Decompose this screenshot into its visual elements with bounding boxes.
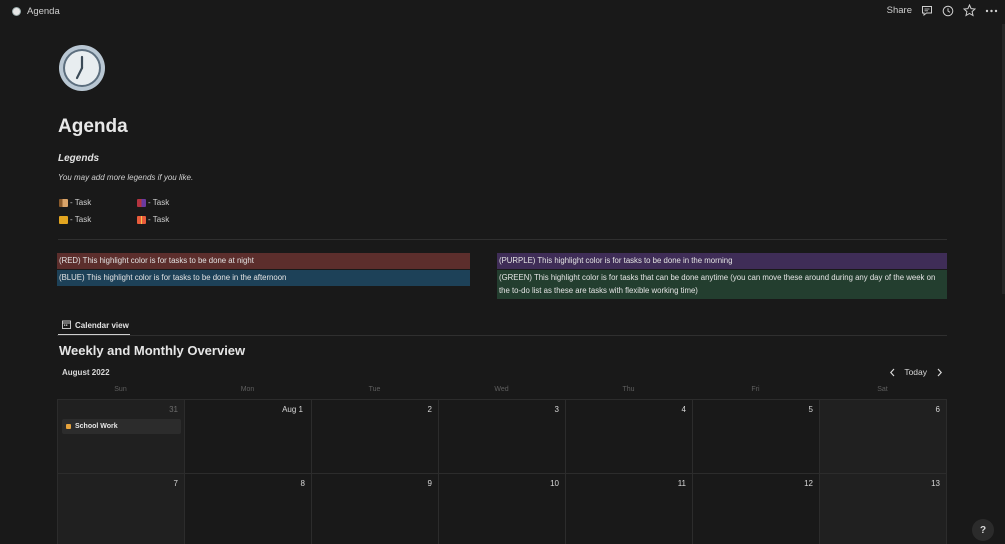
day-number[interactable]: 5 (773, 405, 813, 414)
day-number[interactable]: 31 (138, 405, 178, 414)
day-number[interactable]: 7 (138, 479, 178, 488)
weekday-tue: Tue (368, 386, 381, 393)
comment-icon[interactable] (921, 5, 933, 17)
breadcrumb-label: Agenda (27, 6, 60, 17)
legend-item: - Task (59, 198, 91, 207)
month-label: August 2022 (62, 368, 110, 377)
event-title: School Work (75, 423, 118, 430)
legend-item: - Task (137, 198, 169, 207)
grid-line (565, 399, 566, 544)
tab-calendar-view[interactable]: Calendar view (58, 317, 130, 335)
clock-icon[interactable] (58, 44, 106, 92)
grid-line (57, 399, 947, 400)
legend-item: - Task (59, 215, 91, 224)
notebook-icon (66, 424, 71, 429)
weekday-fri: Fri (751, 386, 760, 393)
day-number[interactable]: 4 (646, 405, 686, 414)
grid-line (819, 399, 820, 544)
legends-heading: Legends (58, 153, 100, 164)
weekday-sun: Sun (114, 386, 127, 393)
more-icon[interactable] (985, 5, 998, 17)
day-number[interactable]: Aug 1 (263, 405, 303, 414)
notebook-emoji-icon (59, 215, 68, 224)
calendar-event[interactable]: School Work (62, 419, 181, 434)
day-number[interactable]: 13 (900, 479, 940, 488)
chevron-right-icon[interactable] (933, 366, 945, 378)
day-number[interactable]: 11 (646, 479, 686, 488)
highlight-purple: (PURPLE) This highlight color is for tas… (497, 253, 947, 269)
share-button[interactable]: Share (887, 5, 912, 16)
day-number[interactable]: 3 (519, 405, 559, 414)
breadcrumb[interactable]: Agenda (12, 6, 60, 17)
bags-emoji-icon (137, 198, 146, 207)
grid-line (692, 399, 693, 544)
grid-line (184, 399, 185, 544)
weekday-wed: Wed (494, 386, 509, 393)
legends-subtitle: You may add more legends if you like. (58, 173, 194, 182)
grid-line (438, 399, 439, 544)
highlight-blue: (BLUE) This highlight color is for tasks… (57, 270, 470, 286)
weekday-mon: Mon (240, 386, 255, 393)
weekday-sat: Sat (877, 386, 888, 393)
star-icon[interactable] (963, 4, 976, 17)
divider (58, 239, 947, 240)
grid-line (57, 399, 58, 544)
top-actions: Share (887, 4, 998, 17)
calendar-icon (62, 320, 71, 331)
day-number[interactable]: 10 (519, 479, 559, 488)
calendar-nav: Today (886, 366, 945, 378)
divider (57, 335, 947, 336)
highlight-red: (RED) This highlight color is for tasks … (57, 253, 470, 269)
day-number[interactable]: 9 (392, 479, 432, 488)
view-title: Weekly and Monthly Overview (59, 343, 246, 358)
day-number[interactable]: 2 (392, 405, 432, 414)
today-button[interactable]: Today (904, 367, 927, 377)
weekend-column (820, 400, 947, 544)
page-title: Agenda (58, 116, 128, 137)
highlight-green: (GREEN) This highlight color is for task… (497, 270, 947, 299)
legend-item: - Task (137, 215, 169, 224)
tab-label: Calendar view (75, 321, 129, 330)
day-number[interactable]: 6 (900, 405, 940, 414)
clock-icon (12, 7, 21, 16)
help-button[interactable]: ? (972, 519, 994, 541)
day-number[interactable]: 12 (773, 479, 813, 488)
grid-line (57, 473, 947, 474)
chevron-left-icon[interactable] (886, 366, 898, 378)
weekday-thu: Thu (622, 386, 635, 393)
dog-emoji-icon (59, 198, 68, 207)
top-bar: Agenda Share (0, 0, 1005, 24)
clock-history-icon[interactable] (942, 5, 954, 17)
grid-line (946, 399, 947, 544)
grid-line (311, 399, 312, 544)
gift-emoji-icon (137, 215, 146, 224)
day-number[interactable]: 8 (265, 479, 305, 488)
